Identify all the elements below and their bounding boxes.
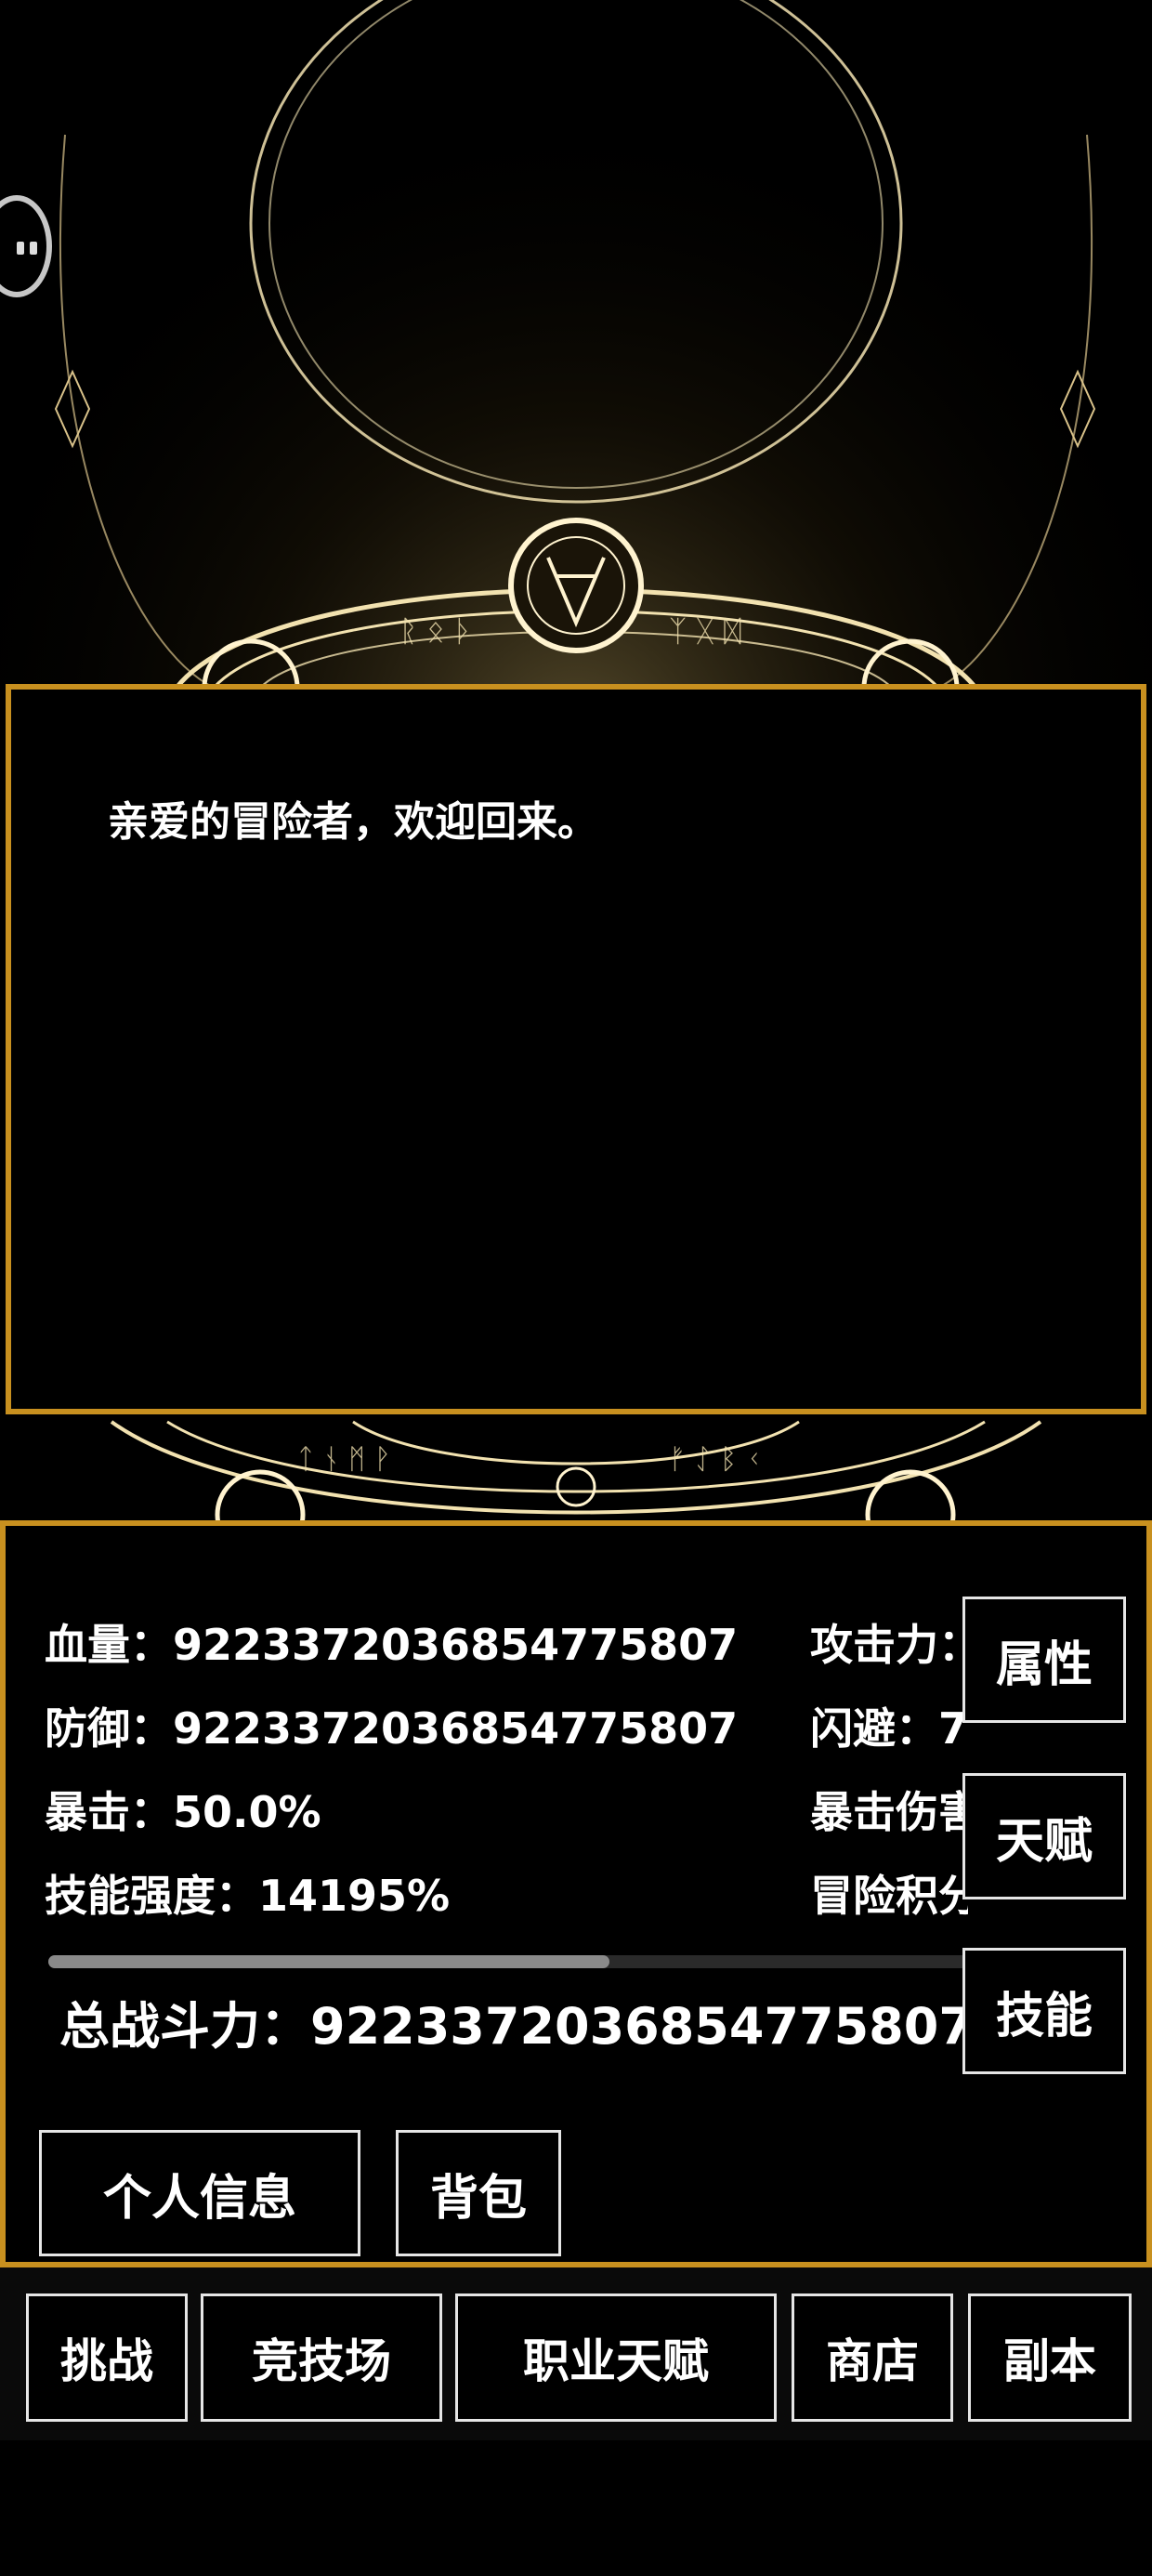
total-power: 总战斗力：9223372036854775807 bbox=[59, 1997, 974, 2056]
svg-text:ᚱ ᛟ ᚦ: ᚱ ᛟ ᚦ bbox=[399, 613, 472, 649]
stat-attack: 攻击力： bbox=[810, 1620, 968, 1670]
stat-crit-damage: 暴击伤害 bbox=[810, 1787, 968, 1837]
backpack-button[interactable]: 背包 bbox=[396, 2130, 561, 2256]
nav-shop-button[interactable]: 商店 bbox=[792, 2293, 953, 2422]
personal-info-button[interactable]: 个人信息 bbox=[39, 2130, 360, 2256]
welcome-message: 亲爱的冒险者，欢迎回来。 bbox=[108, 798, 598, 846]
talent-button[interactable]: 天赋 bbox=[962, 1773, 1126, 1899]
stat-skill-power: 技能强度：14195% bbox=[45, 1871, 451, 1921]
stats-panel: 血量：9223372036854775807 防御：92233720368547… bbox=[0, 1520, 1152, 2267]
nav-arena-button[interactable]: 竞技场 bbox=[201, 2293, 442, 2422]
svg-text:ᛉ ᚷ ᛞ: ᛉ ᚷ ᛞ bbox=[669, 613, 741, 649]
stat-defense: 防御：9223372036854775807 bbox=[45, 1703, 739, 1754]
power-progress-fill bbox=[48, 1955, 609, 1968]
message-panel: 亲爱的冒险者，欢迎回来。 bbox=[6, 684, 1146, 1414]
stat-hp: 血量：9223372036854775807 bbox=[45, 1620, 739, 1670]
floating-dot-icon bbox=[17, 242, 24, 255]
stat-adventure-points: 冒险积分 bbox=[810, 1871, 968, 1921]
skills-button[interactable]: 技能 bbox=[962, 1948, 1126, 2074]
power-progress-bar bbox=[48, 1955, 968, 1968]
svg-text:ᛏ ᚾ ᛗ ᚹ: ᛏ ᚾ ᛗ ᚹ bbox=[297, 1443, 391, 1476]
svg-text:ᚠ ᛇ ᛒ ᚲ: ᚠ ᛇ ᛒ ᚲ bbox=[669, 1443, 763, 1476]
stat-dodge: 闪避：7 bbox=[810, 1703, 968, 1754]
nav-dungeon-button[interactable]: 副本 bbox=[968, 2293, 1132, 2422]
bottom-navigation: 挑战 竞技场 职业天赋 商店 副本 bbox=[0, 2267, 1152, 2440]
nav-challenge-button[interactable]: 挑战 bbox=[26, 2293, 188, 2422]
nav-class-talent-button[interactable]: 职业天赋 bbox=[455, 2293, 777, 2422]
attributes-button[interactable]: 属性 bbox=[962, 1597, 1126, 1723]
stat-crit: 暴击：50.0% bbox=[45, 1787, 321, 1837]
floating-dot-icon bbox=[30, 242, 37, 255]
